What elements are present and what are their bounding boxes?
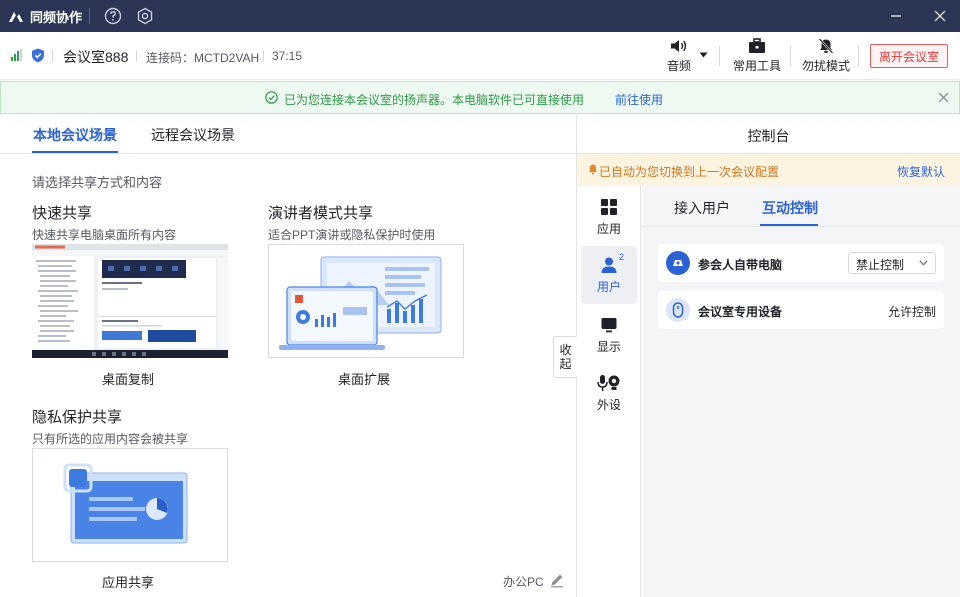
collapse-char-1: 收 [559,343,572,357]
check-circle-icon [265,91,278,104]
presenter-share-title: 演讲者模式共享 [268,205,374,222]
control-permission-value: 允许控制 [887,305,936,319]
control-row-room-device: 会议室专用设备 允许控制 [658,291,944,329]
do-not-disturb-button[interactable]: 勿扰模式 [802,38,850,74]
desktop-screenshot-thumbnail [32,244,228,358]
presenter-share-subtitle: 适合PPT演讲或隐私保护时使用 [268,228,436,242]
title-bar: 同频协作 [0,0,960,32]
audio-button[interactable]: 音频 [667,38,691,74]
dnd-label: 勿扰模式 [802,59,851,73]
quick-share-title: 快速共享 [32,205,93,222]
extended-screens-illustration [279,256,442,350]
bell-icon [589,164,597,175]
sidebar-item-apps[interactable]: 应用 [581,188,637,246]
device-name: 办公PC [503,575,544,589]
display-icon [601,317,617,332]
sidebar-item-label: 应用 [596,221,621,236]
app-window-illustration [63,463,188,544]
active-tab-indicator [760,224,818,226]
collapse-panel-button[interactable]: 收 起 [553,336,577,378]
byod-laptop-icon [666,251,690,275]
quick-share-subtitle: 快速共享电脑桌面所有内容 [32,228,177,242]
desktop-extend-card[interactable] [268,244,464,358]
auto-config-notice: 已自动为您切换到上一次会议配置 恢复默认 [577,154,960,186]
select-value: 禁止控制 [856,258,905,272]
divider [52,50,53,62]
divider [136,50,137,62]
divider [719,46,720,66]
sidebar-item-users[interactable]: 2 用户 [581,246,637,304]
divider [858,46,859,66]
sidebar-item-display[interactable]: 显示 [581,306,637,364]
tabs-divider [642,226,960,227]
tab-local-scene[interactable]: 本地会议场景 [33,125,117,145]
user-icon [601,257,617,273]
meeting-timer: 37:15 [272,49,303,63]
app-share-label: 应用共享 [102,575,155,590]
control-row-byod: 参会人自带电脑 禁止控制 [658,244,944,282]
leave-room-button[interactable]: 离开会议室 [870,44,948,68]
app-share-card[interactable] [32,448,228,562]
audio-label: 音频 [667,59,692,73]
close-window-icon[interactable] [930,6,950,26]
desktop-mirror-label: 桌面复制 [102,372,155,387]
tab-remote-scene[interactable]: 远程会议场景 [151,125,235,145]
common-tools-label: 常用工具 [733,59,782,73]
auto-config-message: 已自动为您切换到上一次会议配置 [599,165,780,179]
user-count-badge: 2 [619,252,625,262]
sidebar-item-label: 外设 [596,397,621,412]
share-hint: 请选择共享方式和内容 [32,175,163,190]
sidebar-item-label: 显示 [596,339,621,354]
restore-default-link[interactable]: 恢复默认 [897,163,945,180]
notice-go-link[interactable]: 前往使用 [615,91,663,108]
chevron-down-icon [919,260,928,266]
tab-connected-users[interactable]: 接入用户 [674,198,730,218]
active-tab-indicator [32,151,118,153]
desktop-mirror-card[interactable] [32,244,228,358]
edit-pencil-icon[interactable] [549,572,565,588]
privacy-share-title: 隐私保护共享 [32,409,123,426]
meeting-info-bar: 会议室888 连接码：MCTD2VAH 37:15 音频 常用工具 勿扰模式 离… [0,32,960,80]
notice-message: 已为您连接本会议室的扬声器。本电脑软件已可直接使用 [284,93,585,107]
minimize-icon[interactable] [886,6,906,26]
audio-dropdown-icon[interactable] [699,52,708,58]
control-permission-select[interactable]: 禁止控制 [848,252,936,274]
app-name: 同频协作 [30,9,83,25]
help-icon[interactable] [104,7,122,25]
settings-icon[interactable] [136,7,154,25]
console-main: 接入用户 互动控制 参会人自带电脑 禁止控制 会议室专用设备 允许控制 [642,186,960,597]
title-separator [89,8,90,24]
connection-code: 连接码：MCTD2VAH [146,51,260,65]
toolbox-icon [749,38,765,53]
common-tools-button[interactable]: 常用工具 [733,38,781,74]
bell-mute-icon [818,38,834,54]
scene-tabs: 本地会议场景 远程会议场景 [0,115,576,154]
console-sidebar: 应用 2 用户 显示 外设 [577,186,641,597]
apps-icon [601,198,617,215]
speaker-icon [671,40,687,52]
speaker-connected-notice: 已为您连接本会议室的扬声器。本电脑软件已可直接使用 前往使用 [0,81,960,114]
room-device-icon [666,298,690,322]
control-row-label: 参会人自带电脑 [698,258,783,272]
room-name: 会议室888 [63,49,129,65]
sidebar-item-label: 用户 [596,279,621,294]
close-notice-icon[interactable] [938,92,949,103]
security-shield-icon [32,48,44,63]
control-row-label: 会议室专用设备 [698,305,783,319]
signal-strength-icon [11,49,22,61]
collapse-char-2: 起 [559,357,572,371]
app-title: 同频协作 [8,0,82,32]
desktop-extend-label: 桌面扩展 [338,372,391,387]
privacy-share-subtitle: 只有所选的应用内容会被共享 [32,432,189,446]
tab-interaction-control[interactable]: 互动控制 [762,198,818,218]
divider [790,46,791,66]
peripheral-icon [597,374,620,391]
sidebar-item-peripherals[interactable]: 外设 [581,364,637,422]
app-logo-icon [9,12,23,22]
divider [263,50,264,62]
console-title: 控制台 [577,115,960,154]
